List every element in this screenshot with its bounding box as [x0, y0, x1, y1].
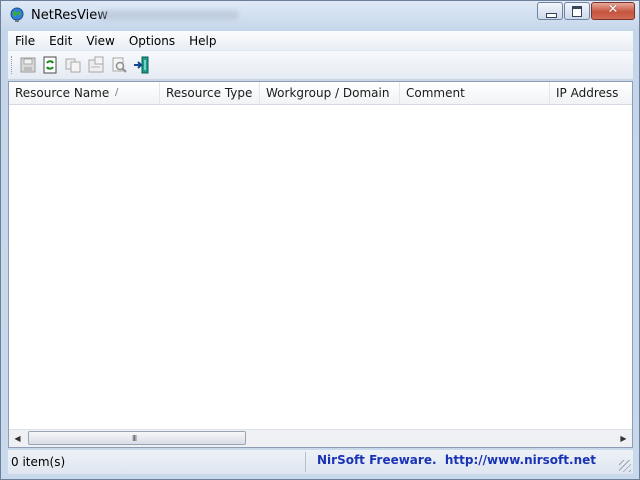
menu-bar: File Edit View Options Help	[8, 31, 633, 51]
column-header-resource-name[interactable]: Resource Name /	[9, 82, 160, 104]
nirsoft-link[interactable]: NirSoft Freeware. http://www.nirsoft.net	[317, 453, 596, 467]
menu-file[interactable]: File	[8, 34, 42, 48]
menu-edit[interactable]: Edit	[42, 34, 79, 48]
sort-indicator-icon: /	[115, 87, 119, 98]
window-title: NetResView	[31, 8, 108, 23]
status-bar: 0 item(s) NirSoft Freeware. http://www.n…	[8, 450, 633, 474]
scroll-right-arrow-icon[interactable]: ▶	[615, 430, 632, 447]
find-icon[interactable]	[110, 56, 128, 74]
save-icon[interactable]	[19, 56, 37, 74]
menu-options[interactable]: Options	[122, 34, 182, 48]
column-header-resource-type[interactable]: Resource Type	[160, 82, 260, 104]
column-header-label: IP Address	[556, 86, 619, 100]
column-header-label: Comment	[406, 86, 465, 100]
app-window: NetResView ✕ File Edit View Options Help	[0, 0, 640, 480]
globe-icon	[10, 7, 24, 22]
column-header-ip-address[interactable]: IP Address	[550, 82, 632, 104]
close-button[interactable]: ✕	[591, 2, 635, 20]
menu-view[interactable]: View	[79, 34, 121, 48]
column-header-comment[interactable]: Comment	[400, 82, 550, 104]
resize-grip-icon[interactable]	[619, 460, 631, 472]
maximize-icon	[572, 6, 582, 17]
menu-help[interactable]: Help	[182, 34, 223, 48]
column-header-label: Workgroup / Domain	[266, 86, 390, 100]
scroll-thumb[interactable]: III	[28, 431, 246, 445]
column-header-label: Resource Type	[166, 86, 253, 100]
item-count: 0 item(s)	[11, 455, 66, 469]
minimize-button[interactable]	[537, 2, 563, 20]
exit-icon[interactable]	[133, 56, 151, 74]
refresh-icon[interactable]	[41, 56, 59, 74]
list-header: Resource Name / Resource Type Workgroup …	[9, 82, 632, 105]
toolbar-grip[interactable]	[11, 56, 15, 74]
thumb-grip-icon: III	[132, 434, 137, 443]
maximize-button[interactable]	[564, 2, 590, 20]
scroll-left-arrow-icon[interactable]: ◀	[9, 430, 26, 447]
toolbar	[8, 51, 633, 80]
column-header-workgroup-domain[interactable]: Workgroup / Domain	[260, 82, 400, 104]
title-bar[interactable]: NetResView ✕	[1, 1, 639, 30]
blurred-title-region	[99, 10, 239, 20]
column-header-label: Resource Name	[15, 86, 110, 100]
status-divider	[305, 452, 306, 472]
resource-list[interactable]: Resource Name / Resource Type Workgroup …	[8, 81, 633, 448]
minimize-icon	[546, 13, 557, 18]
horizontal-scrollbar[interactable]: ◀ III ▶	[9, 429, 632, 447]
close-icon: ✕	[607, 2, 619, 17]
copy-icon[interactable]	[64, 56, 82, 74]
properties-icon[interactable]	[87, 56, 105, 74]
